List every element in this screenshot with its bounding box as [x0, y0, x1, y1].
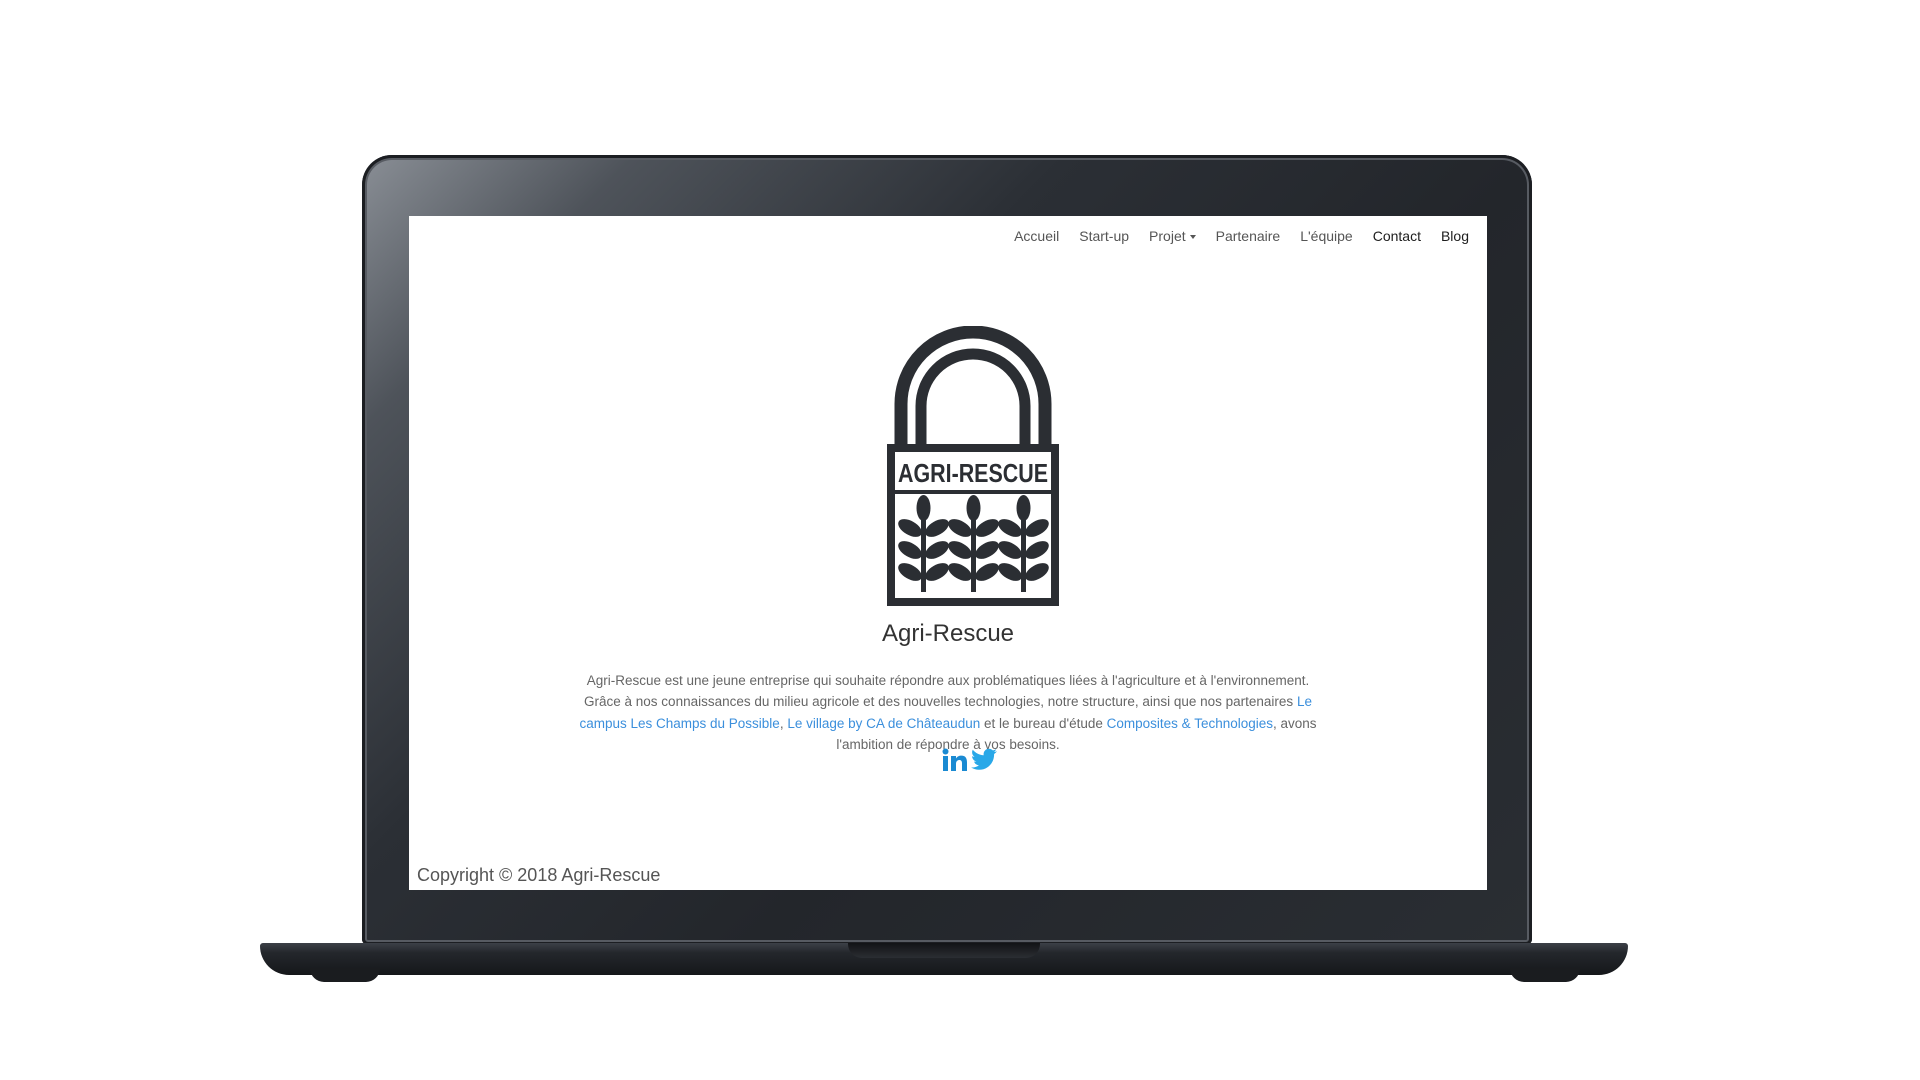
nav-item-contact[interactable]: Contact	[1363, 226, 1431, 246]
laptop-foot	[310, 968, 380, 982]
intro-text: Agri-Rescue est une jeune entreprise qui…	[584, 672, 1310, 710]
logo-text: AGRI-RESCUE	[898, 458, 1048, 488]
main-nav: Accueil Start-up Projet Partenaire L'équ…	[1004, 226, 1479, 246]
link-composites-technologies[interactable]: Composites & Technologies	[1107, 716, 1273, 731]
nav-item-partenaire[interactable]: Partenaire	[1206, 226, 1291, 246]
footer-copyright: Copyright © 2018 Agri-Rescue	[417, 865, 661, 885]
laptop-notch	[848, 943, 1040, 958]
page-title: Agri-Rescue	[881, 620, 1015, 647]
agri-rescue-logo: AGRI-RESCUE	[887, 326, 1059, 606]
link-village-by-ca[interactable]: Le village by CA de Châteaudun	[787, 716, 980, 731]
nav-item-projet[interactable]: Projet	[1139, 226, 1206, 246]
linkedin-icon[interactable]	[942, 748, 968, 777]
laptop-foot	[1510, 968, 1580, 982]
website-viewport: Accueil Start-up Projet Partenaire L'équ…	[409, 216, 1487, 890]
social-links	[942, 748, 998, 777]
caret-down-icon	[1189, 235, 1196, 240]
intro-paragraph: Agri-Rescue est une jeune entreprise qui…	[573, 670, 1323, 756]
laptop-mockup: Accueil Start-up Projet Partenaire L'équ…	[0, 0, 1920, 1080]
nav-item-accueil[interactable]: Accueil	[1004, 226, 1069, 246]
nav-item-projet-label: Projet	[1149, 228, 1186, 244]
nav-item-equipe[interactable]: L'équipe	[1290, 226, 1363, 246]
twitter-icon[interactable]	[970, 748, 998, 777]
nav-item-start-up[interactable]: Start-up	[1069, 226, 1139, 246]
nav-item-blog[interactable]: Blog	[1431, 226, 1479, 246]
connector-text: et le bureau d'étude	[980, 715, 1107, 731]
